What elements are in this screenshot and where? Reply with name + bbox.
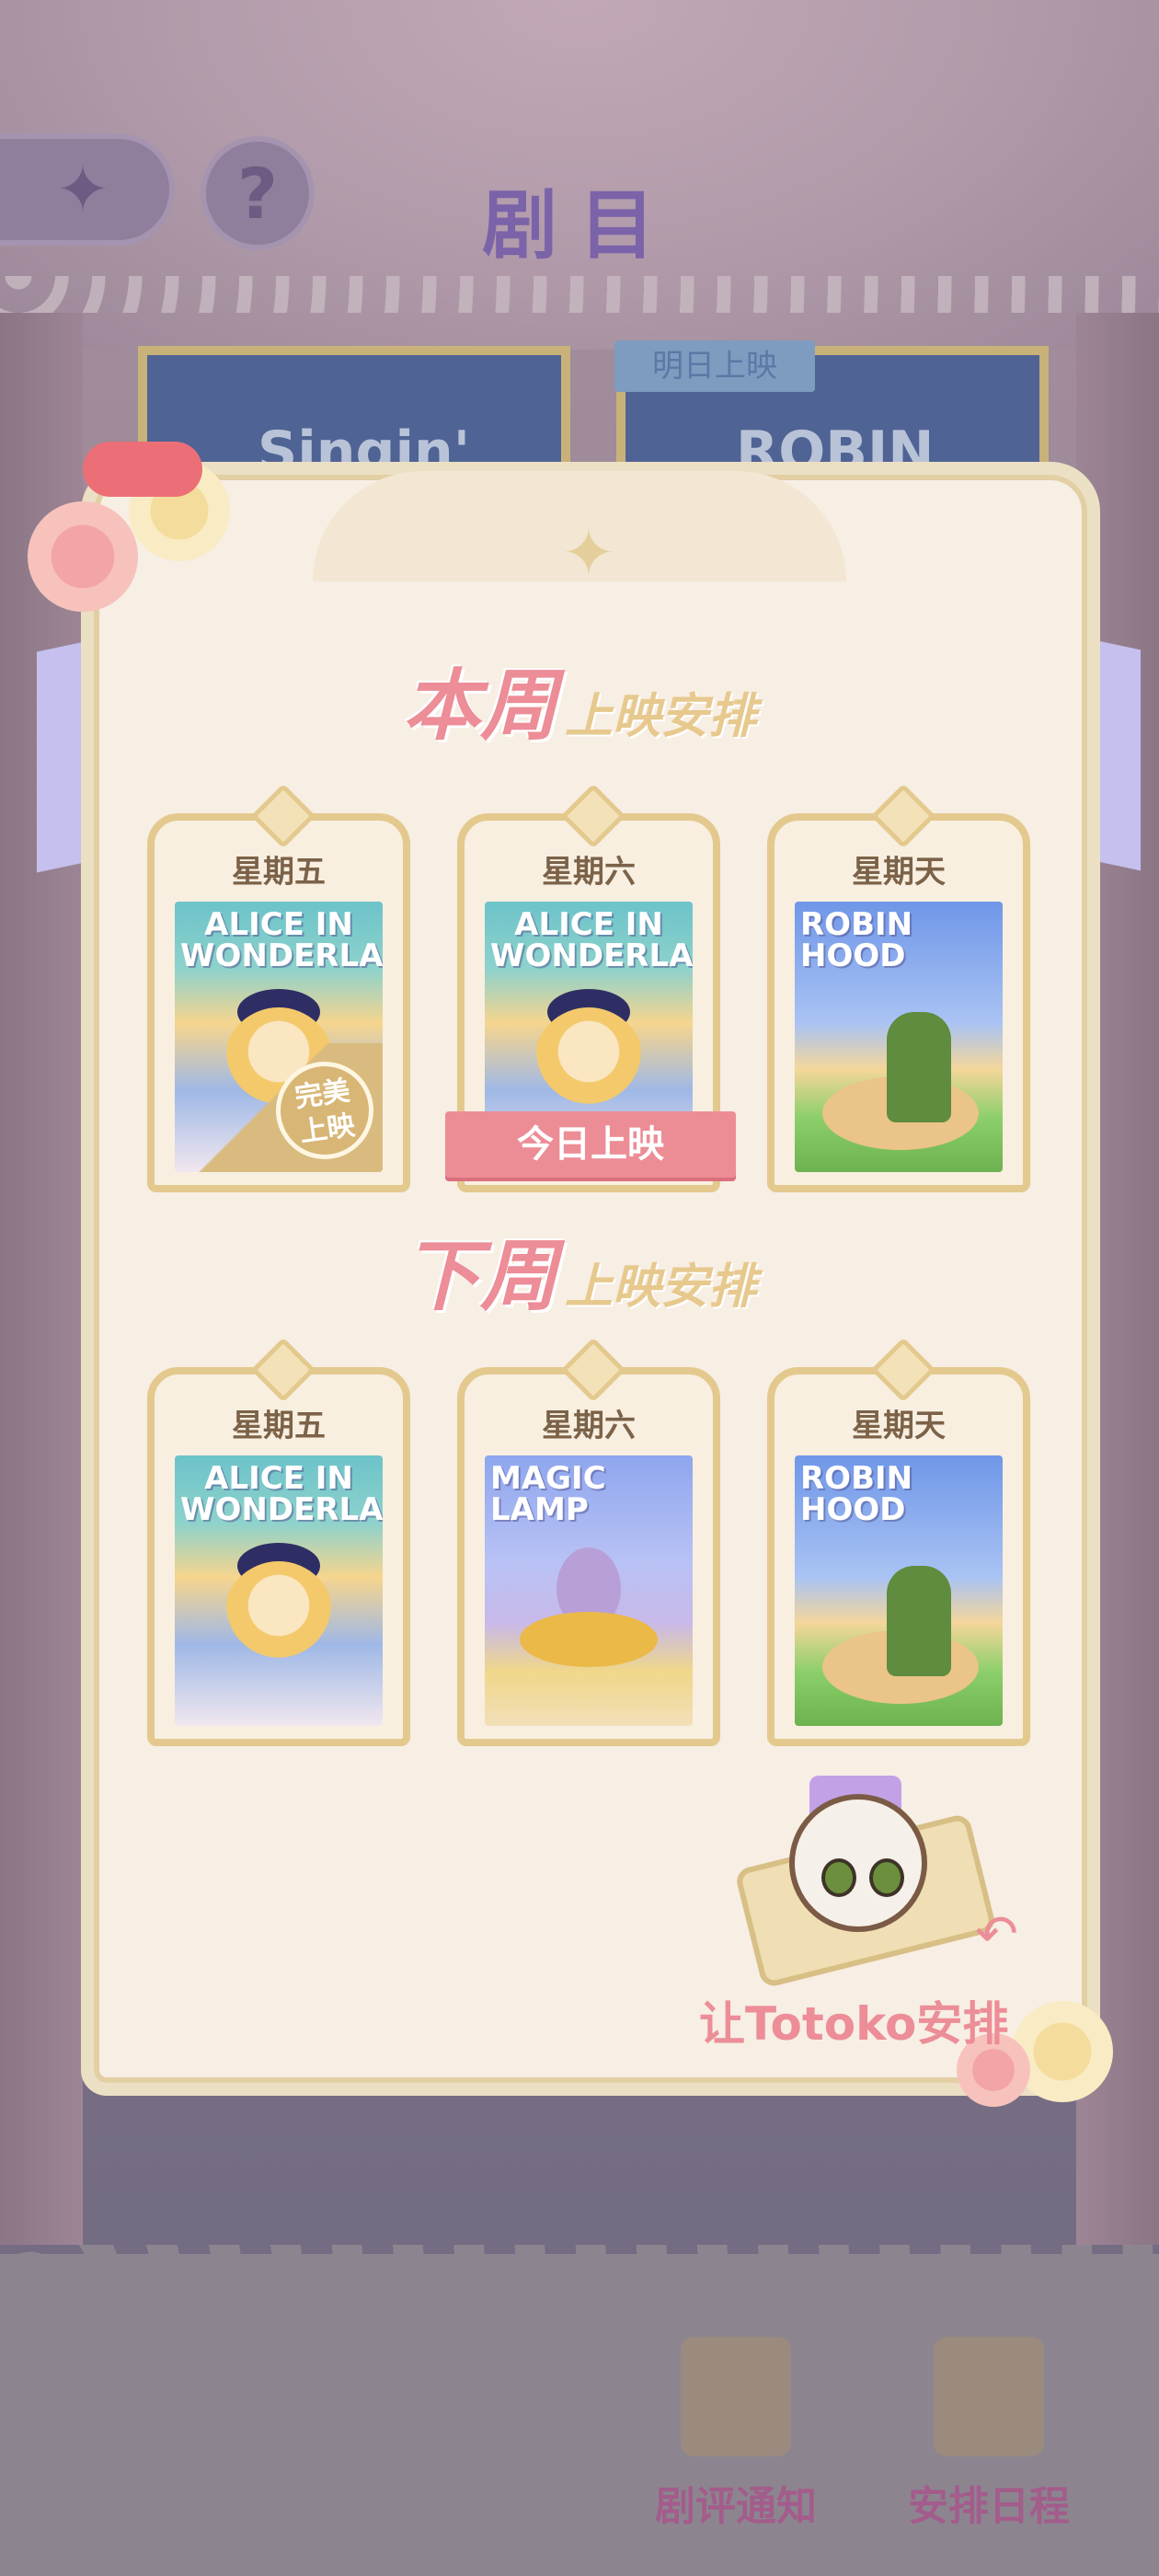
this-week-heading: 本周 上映安排 xyxy=(0,644,1159,755)
next-week-sunday-card[interactable]: 星期天 ROBIN HOOD xyxy=(767,1337,1030,1746)
tomorrow-tag: 明日上映 xyxy=(614,340,815,392)
schedule-button[interactable]: 安排日程 xyxy=(897,2337,1081,2530)
curtain-lace xyxy=(0,276,1159,313)
schedule-board-icon xyxy=(934,2337,1044,2456)
card-day: 星期天 xyxy=(852,854,946,891)
panel-ornament-icon: ✦ xyxy=(561,515,616,591)
next-week-title: 下周 xyxy=(402,1231,557,1321)
floor-scallop xyxy=(0,2245,1159,2282)
review-scroll-icon xyxy=(681,2337,791,2456)
alice-character-icon xyxy=(534,1007,644,1118)
totoko-cat-icon xyxy=(789,1794,927,1932)
card-day: 星期天 xyxy=(852,1408,946,1444)
rose-decoration-icon xyxy=(1012,2001,1113,2102)
card-day: 星期五 xyxy=(232,1408,326,1444)
poster-title: ALICE IN WONDERLAND xyxy=(180,1460,383,1528)
cat-eye-icon xyxy=(869,1858,904,1897)
this-week-friday-card[interactable]: 星期五 ALICE IN WONDERLAND 完美 上映 xyxy=(147,783,410,1192)
next-week-subtitle: 上映安排 xyxy=(565,1259,757,1315)
robin-hood-poster: ROBIN HOOD xyxy=(795,902,1003,1172)
this-week-subtitle: 上映安排 xyxy=(565,689,757,744)
magic-lamp-icon xyxy=(520,1612,658,1667)
rose-decoration-icon xyxy=(28,501,138,612)
curved-arrow-icon: ↶ xyxy=(975,1904,1018,1964)
totoko-arrange-label: 让Totoko安排 xyxy=(699,1997,1009,2051)
page-title: 剧目 xyxy=(481,182,677,270)
next-week-saturday-card[interactable]: 星期六 MAGIC LAMP xyxy=(457,1337,720,1746)
next-week-friday-card[interactable]: 星期五 ALICE IN WONDERLAND xyxy=(147,1337,410,1746)
poster-title: ROBIN HOOD xyxy=(800,1460,913,1528)
review-notice-button[interactable]: 剧评通知 xyxy=(644,2337,828,2530)
cat-eye-icon xyxy=(821,1858,856,1897)
archer-character-icon xyxy=(887,1566,951,1676)
alice-poster: ALICE IN WONDERLAND 完美 上映 xyxy=(175,902,383,1172)
poster-title: ALICE IN WONDERLAND xyxy=(180,906,383,974)
archer-character-icon xyxy=(887,1012,951,1122)
this-week-sunday-card[interactable]: 星期天 ROBIN HOOD xyxy=(767,783,1030,1192)
poster-title: MAGIC LAMP xyxy=(490,1460,606,1528)
card-day: 星期六 xyxy=(542,854,636,891)
bow-decoration-icon xyxy=(83,442,202,497)
today-showing-banner: 今日上映 xyxy=(445,1111,736,1178)
review-notice-label: 剧评通知 xyxy=(655,2483,817,2530)
alice-character-icon xyxy=(224,1561,334,1672)
card-day: 星期五 xyxy=(232,854,326,891)
card-day: 星期六 xyxy=(542,1408,636,1444)
poster-title: ALICE IN WONDERLAND xyxy=(490,906,693,974)
robin-hood-poster: ROBIN HOOD xyxy=(795,1455,1003,1726)
schedule-label: 安排日程 xyxy=(908,2483,1070,2530)
next-week-heading: 下周 上映安排 xyxy=(0,1214,1159,1326)
magic-lamp-poster: MAGIC LAMP xyxy=(485,1455,693,1726)
alice-poster: ALICE IN WONDERLAND xyxy=(175,1455,383,1726)
poster-title: ROBIN HOOD xyxy=(800,906,913,974)
this-week-title: 本周 xyxy=(402,661,557,751)
